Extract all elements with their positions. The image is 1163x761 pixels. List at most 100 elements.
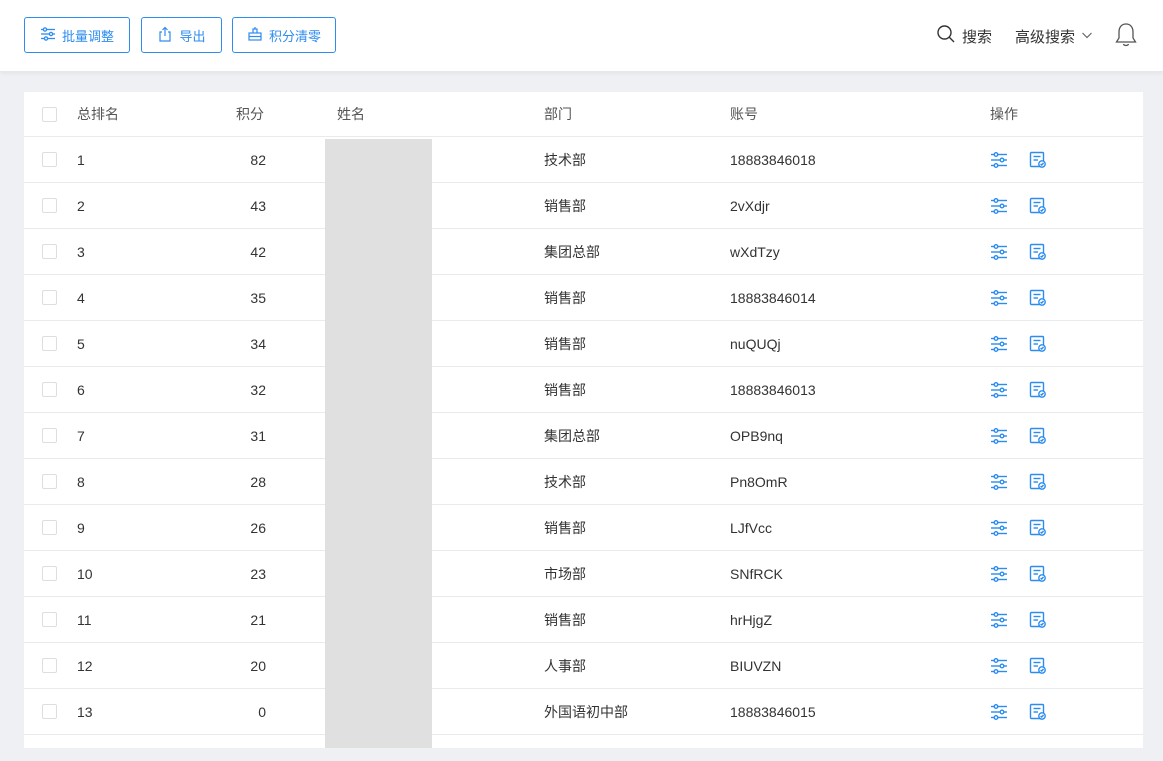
row-select-cell [42, 367, 58, 412]
row-select-cell [42, 735, 58, 748]
advanced-search-dropdown[interactable]: 高级搜索 [1015, 24, 1093, 48]
row-select-cell [42, 183, 58, 228]
points-record-icon[interactable] [1029, 427, 1047, 445]
table-row [24, 735, 1143, 748]
points-record-icon[interactable] [1029, 335, 1047, 353]
select-all-checkbox[interactable] [42, 106, 57, 122]
row-checkbox[interactable] [42, 382, 57, 397]
column-header-actions: 操作 [990, 106, 1018, 122]
column-header-account: 账号 [730, 106, 758, 122]
adjust-points-icon[interactable] [990, 703, 1008, 721]
account-cell: 18883846013 [730, 381, 816, 398]
department-cell: 技术部 [544, 151, 586, 168]
adjust-points-icon[interactable] [990, 289, 1008, 307]
sliders-icon [40, 26, 56, 45]
row-checkbox[interactable] [42, 244, 57, 259]
rank-cell: 5 [77, 335, 85, 352]
row-checkbox[interactable] [42, 152, 57, 167]
row-checkbox[interactable] [42, 428, 57, 443]
table-row: 7 31 集团总部 OPB9nq [24, 413, 1143, 459]
clear-points-button[interactable]: 积分清零 [232, 17, 336, 53]
department-cell: 销售部 [544, 519, 586, 536]
search-icon [936, 24, 956, 48]
department-cell: 外国语初中部 [544, 703, 628, 720]
row-select-cell [42, 137, 58, 182]
row-checkbox[interactable] [42, 474, 57, 489]
adjust-points-icon[interactable] [990, 381, 1008, 399]
row-checkbox[interactable] [42, 198, 57, 213]
select-all-cell [42, 92, 58, 136]
score-cell: 32 [250, 381, 266, 398]
score-cell: 34 [250, 335, 266, 352]
row-select-cell [42, 459, 58, 504]
row-select-cell [42, 413, 58, 458]
adjust-points-icon[interactable] [990, 335, 1008, 353]
row-checkbox[interactable] [42, 704, 57, 719]
rank-cell: 6 [77, 381, 85, 398]
rank-cell: 12 [77, 657, 93, 674]
row-checkbox[interactable] [42, 566, 57, 581]
row-checkbox[interactable] [42, 520, 57, 535]
actions-cell [990, 459, 1047, 504]
adjust-points-icon[interactable] [990, 197, 1008, 215]
batch-adjust-button[interactable]: 批量调整 [24, 17, 130, 53]
score-cell: 23 [250, 565, 266, 582]
redacted-name-column [325, 139, 432, 748]
account-cell: 18883846014 [730, 289, 816, 306]
adjust-points-icon[interactable] [990, 611, 1008, 629]
column-header-rank[interactable]: 总排名 [77, 92, 119, 136]
rank-cell: 13 [77, 703, 93, 720]
row-checkbox[interactable] [42, 612, 57, 627]
adjust-points-icon[interactable] [990, 243, 1008, 261]
score-cell: 26 [250, 519, 266, 536]
table-row: 1 82 技术部 18883846018 [24, 137, 1143, 183]
adjust-points-icon[interactable] [990, 473, 1008, 491]
rank-cell: 4 [77, 289, 85, 306]
rank-cell: 7 [77, 427, 85, 444]
export-icon [157, 26, 173, 45]
account-cell: Pn8OmR [730, 473, 788, 490]
search-button[interactable]: 搜索 [936, 24, 992, 48]
column-header-score[interactable]: 积分 [236, 92, 278, 136]
adjust-points-icon[interactable] [990, 657, 1008, 675]
score-cell: 42 [250, 243, 266, 260]
adjust-points-icon[interactable] [990, 565, 1008, 583]
row-checkbox[interactable] [42, 336, 57, 351]
department-cell: 市场部 [544, 565, 586, 582]
points-record-icon[interactable] [1029, 197, 1047, 215]
department-cell: 销售部 [544, 335, 586, 352]
account-cell: hrHjgZ [730, 611, 773, 628]
actions-cell [990, 183, 1047, 228]
account-cell: wXdTzy [730, 243, 780, 260]
clear-points-icon [247, 26, 263, 45]
row-select-cell [42, 597, 58, 642]
points-record-icon[interactable] [1029, 151, 1047, 169]
adjust-points-icon[interactable] [990, 519, 1008, 537]
points-record-icon[interactable] [1029, 519, 1047, 537]
points-record-icon[interactable] [1029, 473, 1047, 491]
row-checkbox[interactable] [42, 290, 57, 305]
bell-icon[interactable] [1114, 22, 1138, 48]
points-record-icon[interactable] [1029, 657, 1047, 675]
advanced-search-label: 高级搜索 [1015, 28, 1076, 46]
rank-cell: 8 [77, 473, 85, 490]
points-record-icon[interactable] [1029, 703, 1047, 721]
points-record-icon[interactable] [1029, 243, 1047, 261]
adjust-points-icon[interactable] [990, 151, 1008, 169]
row-select-cell [42, 551, 58, 596]
points-record-icon[interactable] [1029, 289, 1047, 307]
table-row: 3 42 集团总部 wXdTzy [24, 229, 1143, 275]
row-select-cell [42, 275, 58, 320]
row-checkbox[interactable] [42, 658, 57, 673]
points-record-icon[interactable] [1029, 565, 1047, 583]
actions-cell [990, 505, 1047, 550]
export-button[interactable]: 导出 [141, 17, 222, 53]
points-record-icon[interactable] [1029, 611, 1047, 629]
department-cell: 销售部 [544, 197, 586, 214]
points-record-icon[interactable] [1029, 381, 1047, 399]
actions-cell [990, 735, 1047, 748]
adjust-points-icon[interactable] [990, 427, 1008, 445]
department-cell: 销售部 [544, 381, 586, 398]
table-row: 6 32 销售部 18883846013 [24, 367, 1143, 413]
rank-cell: 11 [77, 611, 92, 628]
